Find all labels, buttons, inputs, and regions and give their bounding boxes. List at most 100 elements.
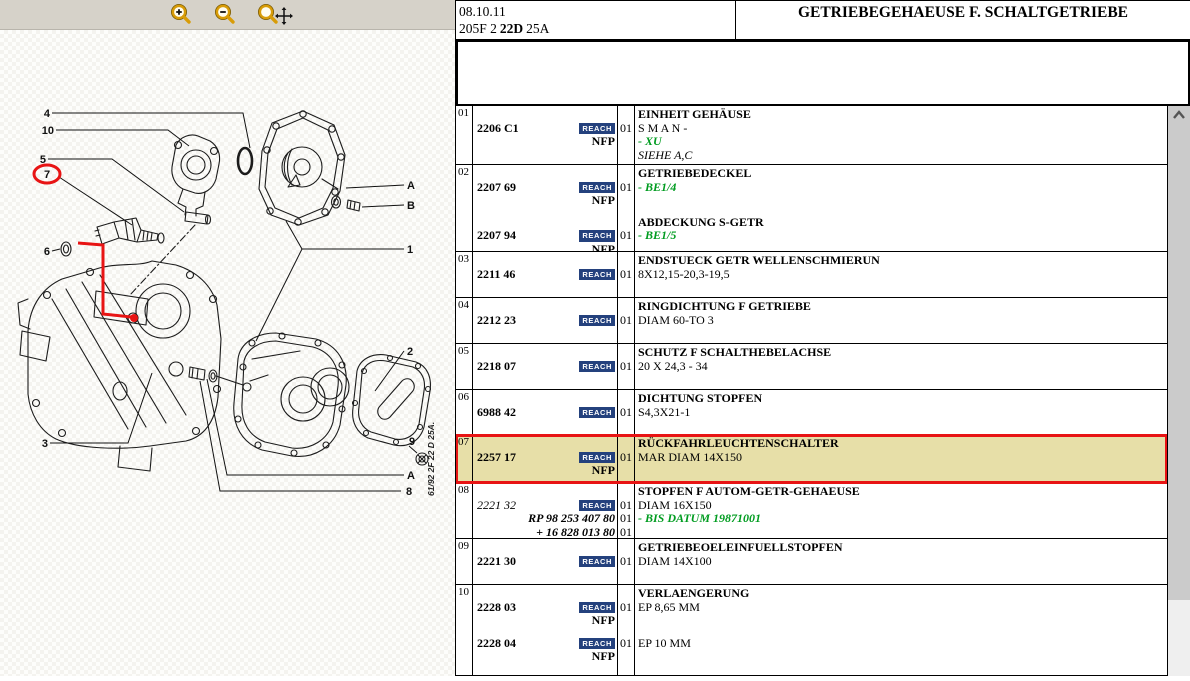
exploded-view-diagram[interactable]: 4 10 5 7 6 3 A B 1 2 9 A 8 61/92 2F	[0, 30, 455, 676]
magnifier-move-icon	[255, 2, 293, 28]
bearing-carrier-part	[172, 135, 220, 216]
quantity-cell: 01	[618, 298, 635, 343]
part-description-detail	[638, 194, 1167, 208]
callout-a-top: A	[407, 180, 415, 192]
part-description-detail: DIAM 14X100	[638, 555, 1167, 569]
part-code-cell: 2207 69REACHNFP2207 94REACHNFP	[473, 165, 618, 251]
part-code: 2221 32	[477, 499, 516, 513]
description-cell: GETRIEBEDECKEL- BE1/4ABDECKUNG S-GETR- B…	[635, 165, 1167, 251]
reach-badge[interactable]: REACH	[579, 602, 615, 614]
part-code: 2211 46	[477, 268, 515, 282]
description-cell: ENDSTUECK GETR WELLENSCHMIERUN8X12,15-20…	[635, 252, 1167, 297]
part-description-title: RÜCKFAHRLEUCHTENSCHALTER	[638, 437, 1167, 451]
quantity	[618, 485, 634, 499]
callout-9: 9	[409, 436, 415, 448]
header-model-code: 205F 222D25A	[459, 20, 735, 37]
table-row-06[interactable]: 066988 42REACH01DICHTUNG STOPFENS4,3X21-…	[456, 390, 1167, 435]
description-cell: GETRIEBEOELEINFUELLSTOPFENDIAM 14X100	[635, 539, 1167, 584]
scroll-up-icon[interactable]	[1172, 110, 1186, 120]
reach-badge[interactable]: REACH	[579, 407, 615, 419]
callout-2: 2	[407, 346, 413, 358]
part-code-cell: 6988 42REACH	[473, 390, 618, 434]
part-code-cell: 2221 30 REACH	[473, 539, 618, 584]
table-row-09[interactable]: 092221 30REACH01GETRIEBEOELEINFUELLSTOPF…	[456, 539, 1167, 585]
table-row-01[interactable]: 012206 C1REACHNFP01EINHEIT GEHÄUSES M A …	[456, 106, 1167, 165]
description-cell: DICHTUNG STOPFENS4,3X21-1	[635, 390, 1167, 434]
part-description-title: GETRIEBEDECKEL	[638, 167, 1167, 181]
table-row-05[interactable]: 052218 07REACH01SCHUTZ F SCHALTHEBELACHS…	[456, 344, 1167, 390]
part-code: 2228 04	[477, 637, 516, 651]
table-row-08[interactable]: 082221 32REACHRP 98 253 407 80+ 16 828 0…	[456, 483, 1167, 539]
reach-badge[interactable]: REACH	[579, 315, 615, 327]
quantity	[618, 300, 634, 314]
quantity	[618, 135, 634, 149]
nfp-flag: NFP	[473, 614, 617, 628]
part-description-detail: DIAM 16X150	[638, 499, 1167, 513]
reach-badge[interactable]: REACH	[579, 123, 615, 135]
row-number: 08	[456, 483, 473, 538]
quantity-cell: 01	[618, 435, 635, 482]
part-code: 2207 69	[477, 181, 516, 195]
reverse-light-switch-part	[95, 218, 164, 244]
table-row-04[interactable]: 042212 23REACH01RINGDICHTUNG F GETRIEBED…	[456, 298, 1167, 344]
scrollbar[interactable]	[1168, 106, 1190, 676]
reach-badge[interactable]: REACH	[579, 638, 615, 650]
quantity	[618, 216, 634, 230]
nfp-flag: NFP	[473, 135, 617, 149]
part-description-title: ENDSTUECK GETR WELLENSCHMIERUN	[638, 254, 1167, 268]
row-number: 02	[456, 165, 473, 251]
gearbox-exploded-drawing: 4 10 5 7 6 3 A B 1 2 9 A 8 61/92 2F	[0, 30, 455, 676]
part-description-detail: S4,3X21-1	[638, 406, 1167, 420]
part-code: 2207 94	[477, 229, 516, 243]
part-code: RP 98 253 407 80	[528, 512, 615, 526]
part-code: 2212 23	[477, 314, 516, 328]
reach-badge[interactable]: REACH	[579, 230, 615, 242]
header-reference-cell: 08.10.11 205F 222D25A	[456, 1, 736, 39]
part-code-cell: 2206 C1 REACHNFP	[473, 106, 618, 164]
row-number: 05	[456, 344, 473, 389]
reach-badge[interactable]: REACH	[579, 452, 615, 464]
reach-badge[interactable]: REACH	[579, 182, 615, 194]
quantity	[618, 541, 634, 555]
part-code: 2206 C1	[477, 122, 519, 136]
zoom-out-button[interactable]	[210, 2, 240, 28]
callout-8: 8	[406, 486, 412, 498]
zoom-in-button[interactable]	[166, 2, 196, 28]
quantity-cell: 01	[618, 390, 635, 434]
part-description-title: GETRIEBEOELEINFUELLSTOPFEN	[638, 541, 1167, 555]
quantity: 01	[618, 601, 634, 615]
part-code: 2221 30	[477, 555, 516, 569]
table-row-10[interactable]: 102228 03REACHNFP2228 04REACHNFP0101VERL…	[456, 585, 1167, 676]
quantity-cell: 0101	[618, 585, 635, 675]
washer-part	[61, 242, 71, 256]
reach-badge[interactable]: REACH	[579, 361, 615, 373]
part-description-title: ABDECKUNG S-GETR	[638, 216, 1167, 230]
part-description-detail: EP 8,65 MM	[638, 601, 1167, 615]
callout-a-bottom: A	[407, 470, 415, 482]
reach-badge[interactable]: REACH	[579, 269, 615, 281]
description-cell: STOPFEN F AUTOM-GETR-GEHAEUSEDIAM 16X150…	[635, 483, 1167, 538]
zoom-pan-button[interactable]	[254, 2, 294, 28]
drawing-stamp: 61/92 2F 22 D 25A.	[426, 422, 436, 496]
reach-badge[interactable]: REACH	[579, 500, 615, 512]
quantity-cell: 01	[618, 539, 635, 584]
description-cell: SCHUTZ F SCHALTHEBELACHSE20 X 24,3 - 34	[635, 344, 1167, 389]
quantity-cell: 0101	[618, 165, 635, 251]
part-description-title: STOPFEN F AUTOM-GETR-GEHAEUSE	[638, 485, 1167, 499]
part-description-detail: S M A N -	[638, 122, 1167, 136]
part-description-detail	[638, 614, 1167, 628]
quantity	[618, 194, 634, 208]
table-row-03[interactable]: 032211 46REACH01ENDSTUECK GETR WELLENSCH…	[456, 252, 1167, 298]
table-row-07[interactable]: 072257 17REACHNFP01RÜCKFAHRLEUCHTENSCHAL…	[456, 435, 1167, 483]
part-description-title: DICHTUNG STOPFEN	[638, 392, 1167, 406]
callout-b: B	[407, 200, 415, 212]
highlight-endpoint-marker	[130, 314, 138, 322]
reach-badge[interactable]: REACH	[579, 556, 615, 568]
part-description-detail: EP 10 MM	[638, 637, 1167, 651]
callout-4: 4	[44, 108, 51, 120]
table-row-02[interactable]: 022207 69REACHNFP2207 94REACHNFP0101GETR…	[456, 165, 1167, 252]
quantity	[618, 392, 634, 406]
scrollbar-thumb[interactable]	[1168, 106, 1190, 600]
nfp-flag: NFP	[473, 194, 617, 208]
part-description-detail	[638, 464, 1167, 478]
